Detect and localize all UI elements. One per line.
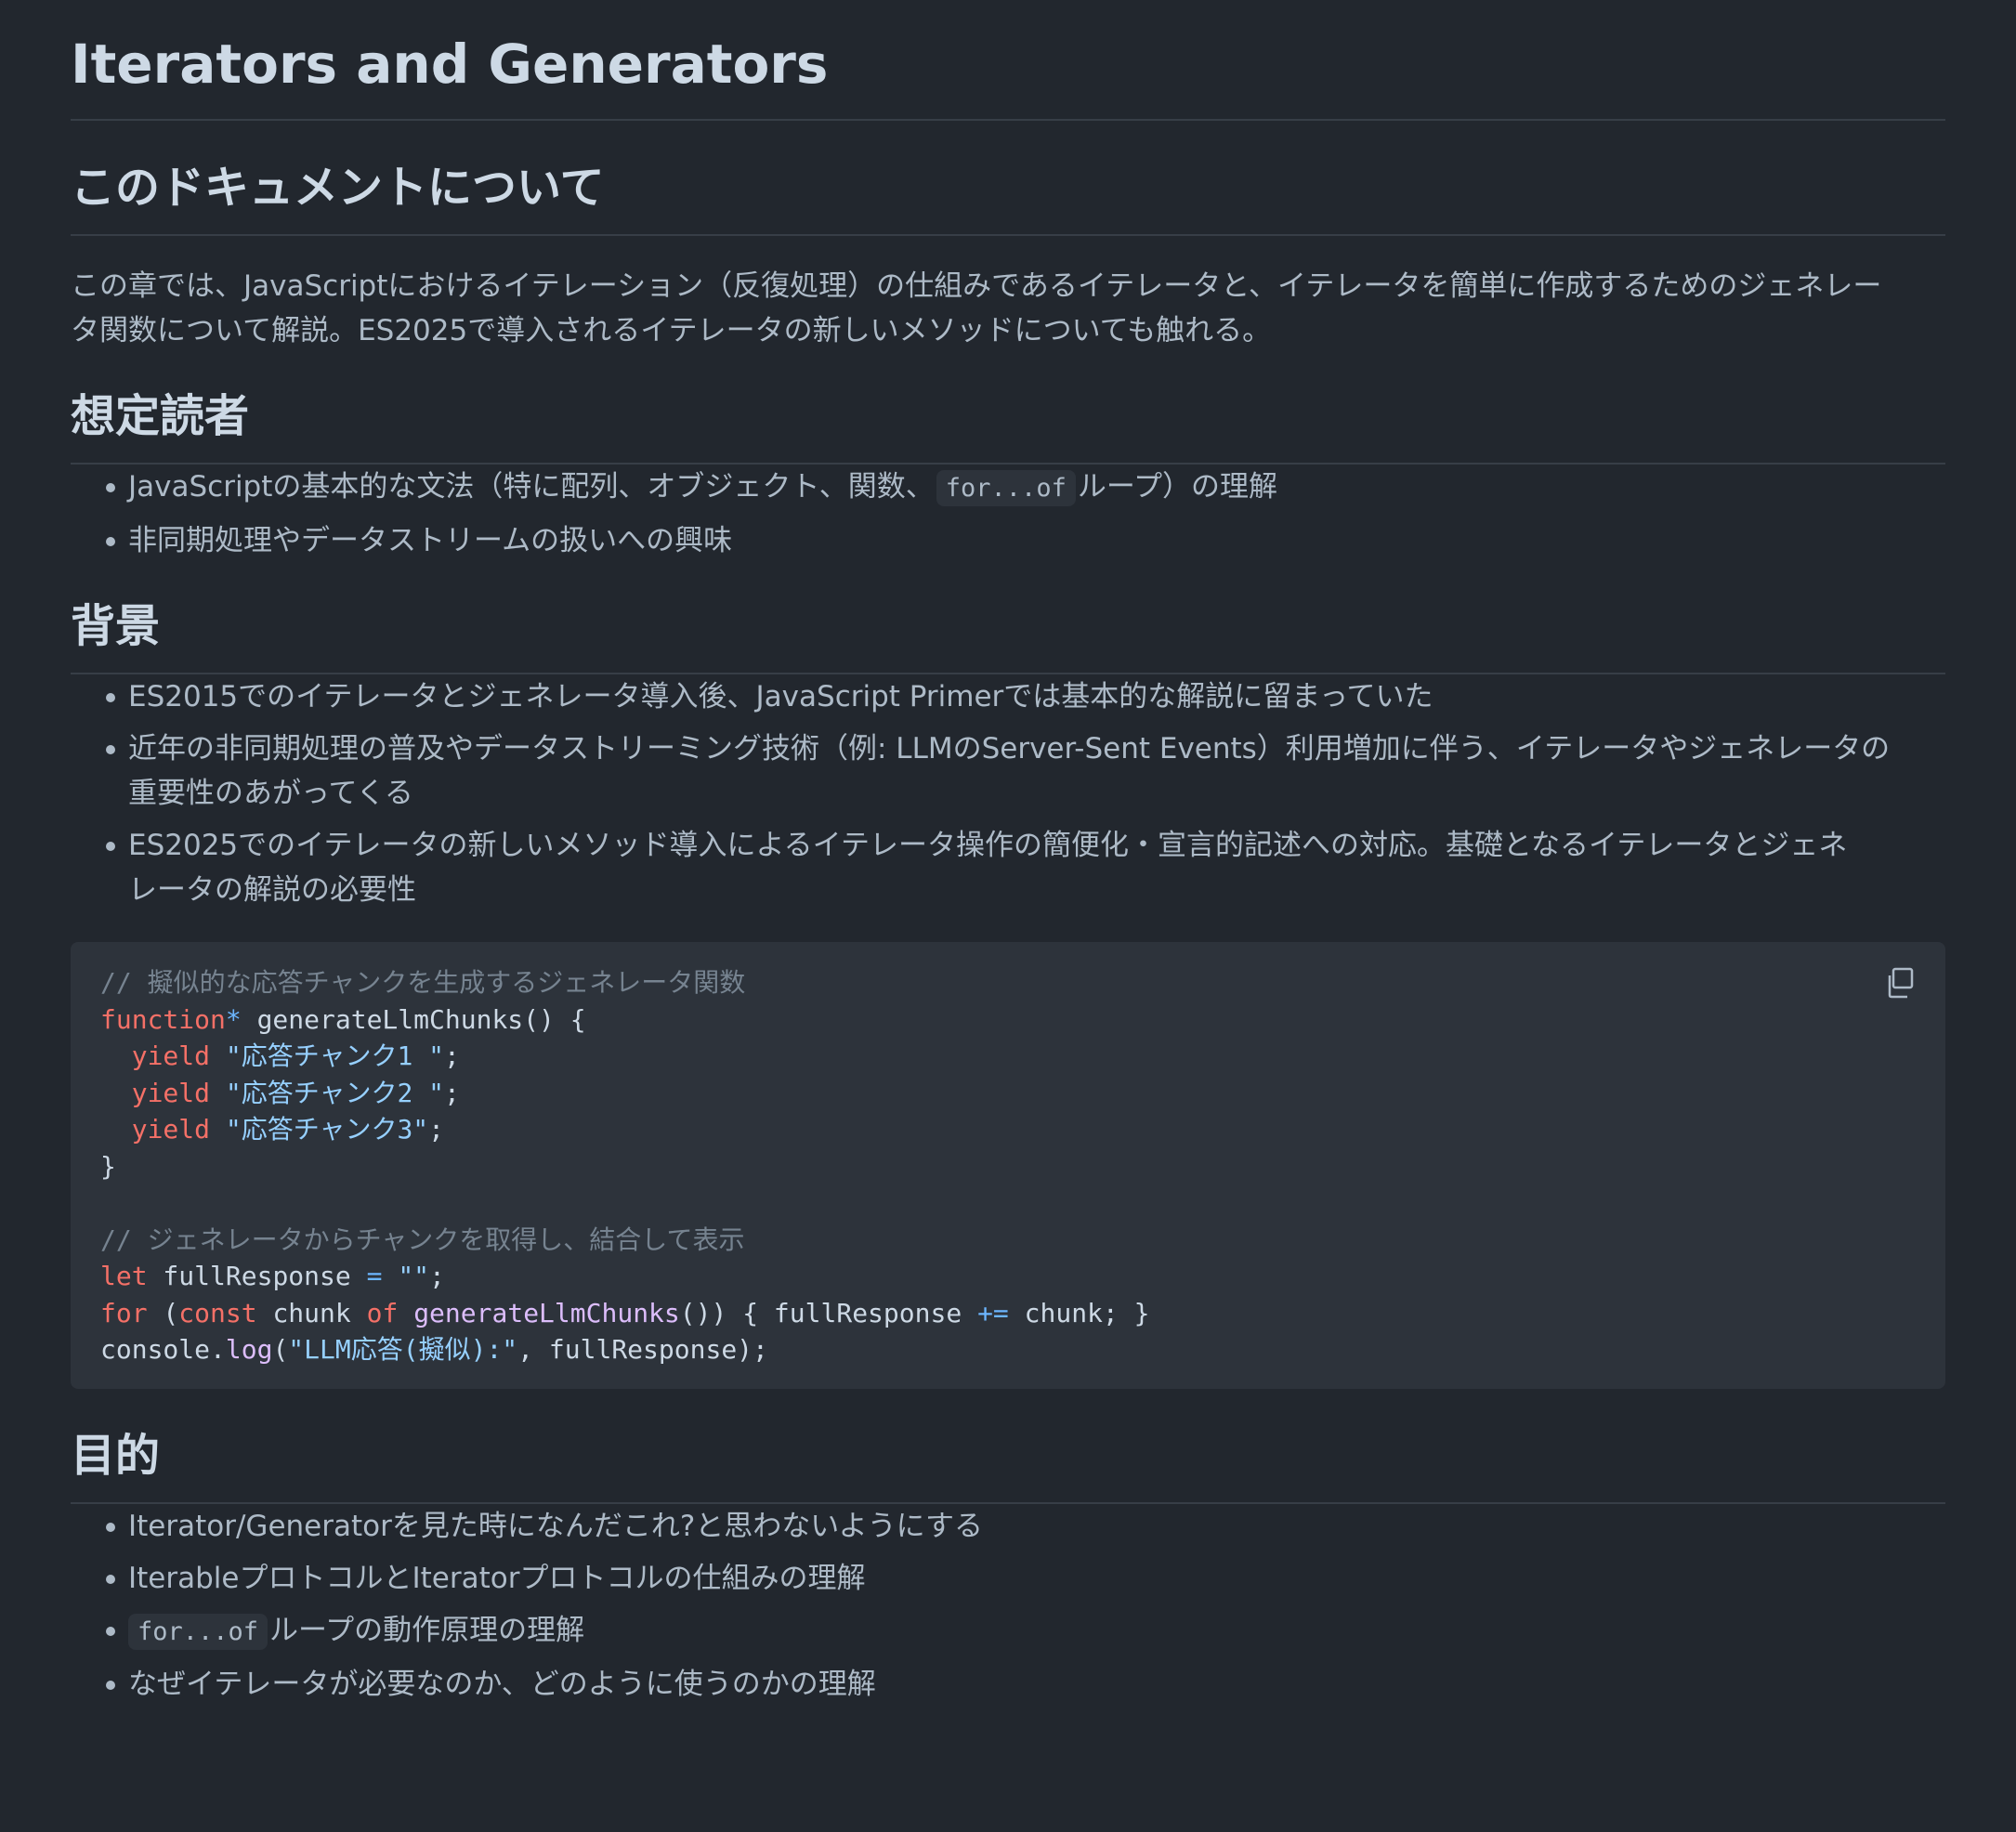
purpose-item3-text: ループの動作原理の理解 (269, 1613, 585, 1647)
list-item: 近年の非同期処理の普及やデータストリーミング技術（例: LLMのServer-S… (106, 726, 1945, 816)
code-keyword: const (178, 1297, 257, 1328)
code-keyword: let (100, 1261, 148, 1291)
code-keyword: yield (131, 1077, 211, 1108)
about-paragraph-line2: タ関数について解説。ES2025で導入されるイテレータの新しいメソッドについても… (71, 314, 1272, 347)
code-string: "応答チャンク1 " (225, 1040, 445, 1071)
inline-code: for...of (128, 1613, 268, 1650)
copy-button[interactable] (1882, 964, 1919, 1001)
list-item: ES2025でのイテレータの新しいメソッド導入によるイテレータ操作の簡便化・宣言… (106, 823, 1945, 912)
purpose-item4-text: なぜイテレータが必要なのか、どのように使うのかの理解 (128, 1667, 876, 1701)
code-text: } (100, 1150, 116, 1182)
section-heading-background: 背景 (71, 598, 1945, 674)
code-string: "応答チャンク3" (225, 1114, 429, 1145)
code-keyword: yield (131, 1040, 211, 1071)
code-block: // 擬似的な応答チャンクを生成するジェネレータ関数 function* gen… (71, 942, 1945, 1389)
section-heading-purpose: 目的 (71, 1428, 1945, 1504)
document-page: Iterators and Generators このドキュメントについて この… (0, 0, 2016, 1832)
section-heading-readers: 想定読者 (71, 388, 1945, 465)
code-operator: = (366, 1261, 383, 1291)
code-keyword: of (366, 1297, 399, 1328)
code-string: "" (398, 1261, 430, 1291)
code-comment: // ジェネレータからチャンクを取得し、結合して表示 (100, 1224, 745, 1255)
list-item: IterableプロトコルとIteratorプロトコルの仕組みの理解 (106, 1556, 1945, 1601)
background-item2-line2: 重要性のあがってくる (128, 777, 413, 810)
code-function: log (225, 1334, 273, 1365)
about-paragraph-line1: この章では、JavaScriptにおけるイテレーション（反復処理）の仕組みである… (71, 269, 1882, 303)
purpose-list: Iterator/Generatorを見た時になんだこれ?と思わないようにする … (71, 1504, 1945, 1707)
purpose-item1-text: Iterator/Generatorを見た時になんだこれ?と思わないようにする (128, 1509, 983, 1543)
background-item3-line1: ES2025でのイテレータの新しいメソッド導入によるイテレータ操作の簡便化・宣言… (128, 829, 1848, 862)
code-string: "応答チャンク2 " (225, 1077, 445, 1108)
readers-item1-text: JavaScriptの基本的な文法（特に配列、オブジェクト、関数、 (128, 470, 935, 504)
code-function: generateLlmChunks (413, 1297, 680, 1328)
page-title: Iterators and Generators (71, 0, 1945, 121)
code-operator: * (225, 1003, 242, 1035)
code-comment: // 擬似的な応答チャンクを生成するジェネレータ関数 (100, 967, 746, 998)
background-list: ES2015でのイテレータとジェネレータ導入後、JavaScript Prime… (71, 674, 1945, 912)
code-keyword: yield (131, 1114, 211, 1145)
list-item: ES2015でのイテレータとジェネレータ導入後、JavaScript Prime… (106, 674, 1945, 719)
copy-icon (1888, 967, 1914, 999)
list-item: for...of ループの動作原理の理解 (106, 1608, 1945, 1655)
inline-code: for...of (936, 470, 1076, 506)
list-item: なぜイテレータが必要なのか、どのように使うのかの理解 (106, 1662, 1945, 1707)
code-string: "LLM応答(擬似):" (288, 1334, 518, 1365)
background-item1-text: ES2015でのイテレータとジェネレータ導入後、JavaScript Prime… (128, 680, 1433, 713)
readers-item1-suffix: ループ）の理解 (1077, 470, 1277, 504)
readers-item2-text: 非同期処理やデータストリームの扱いへの興味 (128, 524, 733, 557)
code-text: generateLlmChunks() { (241, 1003, 586, 1035)
list-item: 非同期処理やデータストリームの扱いへの興味 (106, 518, 1945, 563)
readers-list: JavaScriptの基本的な文法（特に配列、オブジェクト、関数、 for...o… (71, 465, 1945, 563)
code-content: // 擬似的な応答チャンクを生成するジェネレータ関数 function* gen… (100, 967, 1150, 1365)
section-heading-about: このドキュメントについて (71, 160, 1945, 236)
background-item3-line2: レータの解説の必要性 (128, 873, 416, 907)
list-item: JavaScriptの基本的な文法（特に配列、オブジェクト、関数、 for...o… (106, 465, 1945, 511)
list-item: Iterator/Generatorを見た時になんだこれ?と思わないようにする (106, 1504, 1945, 1549)
purpose-item2-text: IterableプロトコルとIteratorプロトコルの仕組みの理解 (128, 1561, 866, 1595)
code-keyword: function (100, 1003, 226, 1035)
code-keyword: for (100, 1297, 148, 1328)
about-paragraph: この章では、JavaScriptにおけるイテレーション（反復処理）の仕組みである… (71, 264, 1945, 353)
code-operator: += (977, 1297, 1009, 1328)
background-item2-line1: 近年の非同期処理の普及やデータストリーミング技術（例: LLMのServer-S… (128, 732, 1891, 766)
